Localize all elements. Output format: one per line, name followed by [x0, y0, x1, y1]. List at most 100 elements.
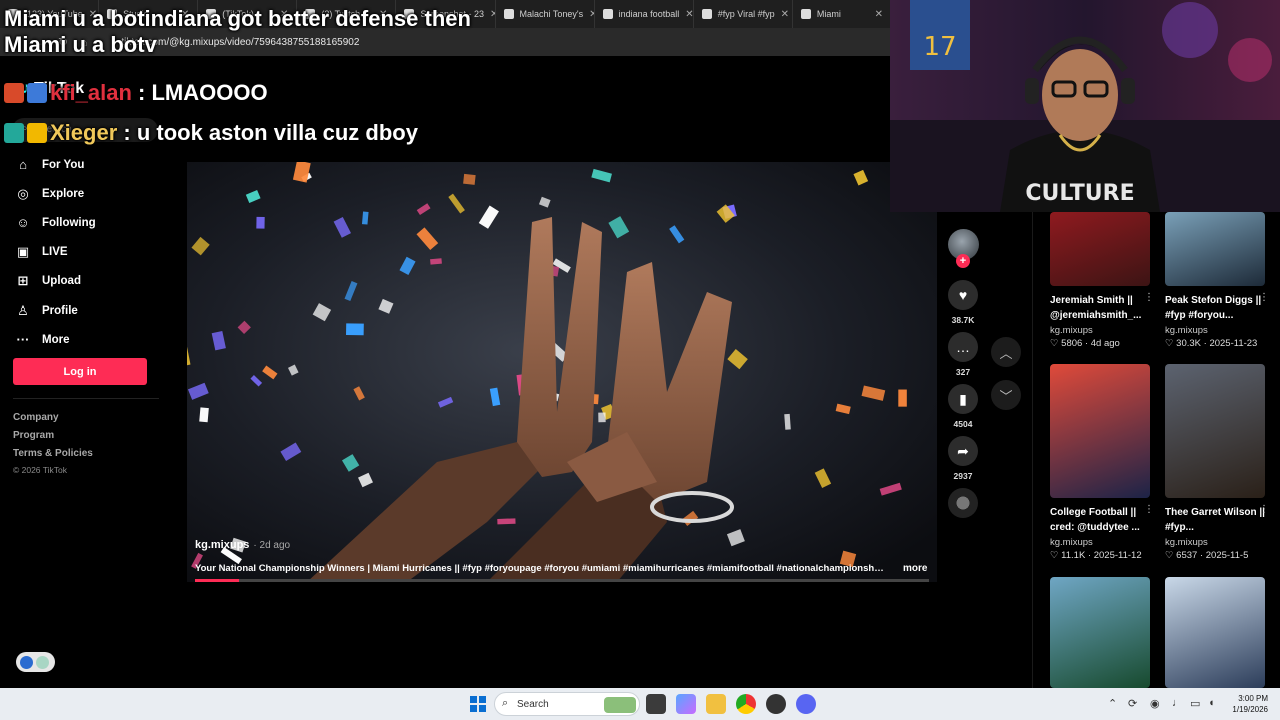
play-icon[interactable] [20, 655, 33, 669]
network-icon[interactable]: ▭ [1190, 697, 1200, 710]
video-thumbnail[interactable] [1165, 212, 1265, 286]
recommended-video-card[interactable]: ⋮ Peak Stefon Diggs || #fyp #foryou... kg.… [1165, 212, 1269, 349]
system-clock[interactable]: 3:00 PM 1/19/2026 [1226, 693, 1268, 715]
sidebar-item-more[interactable]: ··· More [14, 332, 70, 347]
comment-action[interactable]: … 327 [948, 332, 978, 377]
video-date: 2025-11-5 [1205, 550, 1249, 561]
browser-tab[interactable]: indiana football ✕ [595, 0, 694, 28]
post-age: · 2d ago [253, 540, 291, 551]
video-title[interactable]: Thee Garret Wilson || #fyp... [1165, 505, 1265, 535]
recommended-video-card[interactable]: ⋮ Jeremiah Smith || @jeremiahsmith_... kg.… [1050, 212, 1154, 349]
close-icon[interactable]: ✕ [875, 9, 883, 20]
video-thumbnail[interactable] [1050, 577, 1150, 688]
recommended-video-card[interactable] [1050, 577, 1154, 688]
like-count: 38.7K [951, 315, 975, 325]
footer-link-program[interactable]: Program [13, 430, 54, 441]
recommended-video-card[interactable]: ⋮ Thee Garret Wilson || #fyp... kg.mixups ♡… [1165, 364, 1269, 561]
heart-outline-icon: ♡ [1165, 338, 1177, 349]
recommended-video-card[interactable]: ⋮ College Football || cred: @tuddytee ...… [1050, 364, 1154, 561]
start-button[interactable] [470, 696, 486, 712]
video-thumbnail[interactable] [1165, 364, 1265, 498]
author-name[interactable]: kg.mixups [195, 539, 249, 551]
video-stats: ♡ 30.3K · 2025-11-23 [1165, 338, 1269, 349]
security-icon[interactable]: ◉ [1150, 697, 1160, 710]
video-frame [187, 162, 937, 582]
chat-text: : LMAOOOO [131, 80, 268, 105]
video-user[interactable]: kg.mixups [1050, 537, 1154, 548]
like-action[interactable]: ♥ 38.7K [948, 280, 978, 325]
power-icon[interactable] [36, 655, 49, 669]
sidebar-item-for-you[interactable]: ⌂ For You [14, 157, 84, 172]
task-view-icon[interactable] [646, 694, 666, 714]
kebab-menu-icon[interactable]: ⋮ [1144, 292, 1154, 303]
video-user[interactable]: kg.mixups [1165, 325, 1269, 336]
video-thumbnail[interactable] [1165, 577, 1265, 688]
browser-tab[interactable]: Miami ✕ [793, 0, 892, 28]
chat-username: kfi_alan [50, 80, 132, 105]
save-action[interactable]: ▮ 4504 [948, 384, 978, 429]
sync-icon[interactable]: ⟳ [1128, 697, 1137, 710]
chevron-down-icon[interactable]: ﹀ [991, 380, 1021, 410]
search-icon: ⌕ [502, 697, 509, 709]
taskbar-search-highlight-icon[interactable] [604, 697, 636, 713]
video-date: 2025-11-12 [1093, 550, 1142, 561]
gift-badge-icon [4, 83, 24, 103]
sidebar: ♪ TikTok ⌕ Search Log in Company Program… [0, 56, 170, 688]
webcam-image: 17 CULTURE [890, 0, 1280, 212]
save-count: 4504 [953, 419, 973, 429]
music-disc-icon[interactable] [948, 488, 978, 518]
video-user[interactable]: kg.mixups [1050, 325, 1154, 336]
video-thumbnail[interactable] [1050, 364, 1150, 498]
streamer-webcam: 17 CULTURE [890, 0, 1280, 212]
footer-link-company[interactable]: Company [13, 412, 59, 423]
sidebar-item-explore[interactable]: ◎ Explore [14, 186, 84, 202]
sidebar-item-label: Following [42, 216, 96, 229]
video-date: 4d ago [1090, 338, 1120, 349]
video-player[interactable] [187, 162, 937, 582]
video-thumbnail[interactable] [1050, 212, 1150, 286]
follow-plus-icon[interactable]: + [956, 254, 970, 268]
share-action[interactable]: ➦ 2937 [948, 436, 978, 481]
kebab-menu-icon[interactable]: ⋮ [1144, 504, 1154, 515]
chevron-up-icon[interactable]: ⌃ [1108, 697, 1117, 710]
confetti-piece [430, 258, 442, 265]
browser-tab[interactable]: #fyp Viral #fyp ✕ [694, 0, 793, 28]
sidebar-item-following[interactable]: ☺ Following [14, 215, 96, 230]
comment-icon[interactable]: … [948, 332, 978, 362]
discord-icon[interactable] [796, 694, 816, 714]
video-author[interactable]: kg.mixups · 2d ago [195, 539, 290, 551]
tab-favicon-icon [701, 9, 712, 19]
video-user[interactable]: kg.mixups [1165, 537, 1269, 548]
video-title[interactable]: College Football || cred: @tuddytee ... [1050, 505, 1150, 535]
video-title[interactable]: Jeremiah Smith || @jeremiahsmith_... [1050, 293, 1150, 323]
sidebar-item-upload[interactable]: ⊞ Upload [14, 273, 81, 289]
video-stats: ♡ 11.1K · 2025-11-12 [1050, 550, 1154, 561]
home-icon: ⌂ [19, 157, 27, 172]
caption-more-link[interactable]: more [903, 563, 927, 574]
heart-icon[interactable]: ♥ [948, 280, 978, 310]
footer-link-terms[interactable]: Terms & Policies [13, 448, 93, 459]
copilot-icon[interactable] [676, 694, 696, 714]
video-stats: ♡ 6537 · 2025-11-5 [1165, 550, 1269, 561]
obs-icon[interactable] [766, 694, 786, 714]
file-explorer-icon[interactable] [706, 694, 726, 714]
volume-icon[interactable]: ◖ [1208, 697, 1215, 709]
bookmark-icon[interactable]: ▮ [948, 384, 978, 414]
video-progress-bar[interactable] [195, 579, 929, 582]
video-title[interactable]: Peak Stefon Diggs || #fyp #foryou... [1165, 293, 1265, 323]
close-icon[interactable]: ✕ [685, 9, 693, 20]
floating-widget[interactable] [16, 652, 55, 672]
heart-outline-icon: ♡ [1050, 338, 1062, 349]
kebab-menu-icon[interactable]: ⋮ [1259, 292, 1269, 303]
kebab-menu-icon[interactable]: ⋮ [1259, 504, 1269, 515]
chevron-up-icon[interactable]: ︿ [991, 337, 1021, 367]
close-icon[interactable]: ✕ [781, 9, 789, 20]
login-button[interactable]: Log in [13, 358, 147, 385]
sidebar-item-label: Profile [42, 305, 78, 317]
sidebar-item-live[interactable]: ▣ LIVE [14, 244, 68, 260]
microphone-icon[interactable]: ♩ [1172, 697, 1183, 709]
recommended-video-card[interactable] [1165, 577, 1269, 688]
sidebar-item-profile[interactable]: ♙ Profile [14, 303, 78, 319]
share-icon[interactable]: ➦ [948, 436, 978, 466]
chrome-icon[interactable] [736, 694, 756, 714]
